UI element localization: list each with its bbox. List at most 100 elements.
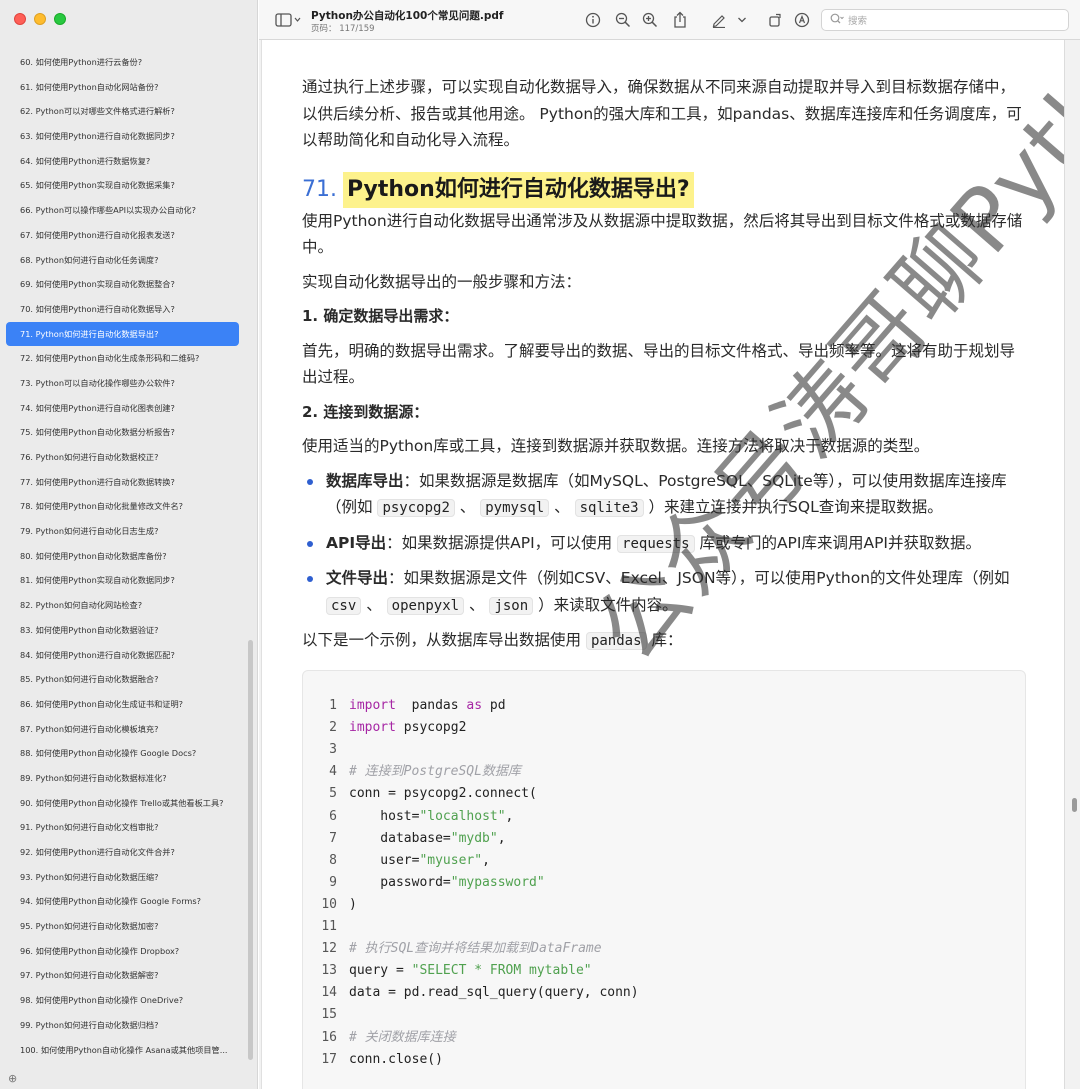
bullet-text: 库或专门的API库来调用API并获取数据。 bbox=[694, 533, 981, 552]
sidebar-toc-item[interactable]: 89. Python如何进行自动化数据标准化? bbox=[6, 766, 239, 791]
bullet-label: 文件导出 bbox=[326, 569, 389, 587]
sidebar-toc-item[interactable]: 91. Python如何进行自动化文档审批? bbox=[6, 815, 239, 840]
separator: 、 bbox=[361, 595, 387, 614]
line-number: 10 bbox=[321, 896, 337, 912]
code-line: 16 # 关闭数据库连接 bbox=[303, 1027, 455, 1049]
sidebar-toc-item[interactable]: 83. 如何使用Python自动化数据验证? bbox=[6, 618, 239, 643]
list-item: 文件导出：如果数据源是文件（例如CSV、Excel、JSON等），可以使用Pyt… bbox=[302, 565, 1026, 619]
sidebar-toc-item[interactable]: 99. Python如何进行自动化数据归档? bbox=[6, 1013, 239, 1038]
toolbar: Python办公自动化100个常见问题.pdf 页码： 117/159 搜索 bbox=[259, 0, 1080, 40]
code-block: 1 import pandas as pd 2 import psycopg2 3 4 # … bbox=[302, 670, 1026, 1089]
bullet-list: 数据库导出：如果数据源是数据库（如MySQL、PostgreSQL、SQLite… bbox=[302, 468, 1026, 620]
sidebar-toc-item[interactable]: 85. Python如何进行自动化数据融合? bbox=[6, 667, 239, 692]
markup-pen-icon[interactable] bbox=[709, 10, 729, 30]
sidebar-toc-item[interactable]: 60. 如何使用Python进行云备份? bbox=[6, 50, 239, 75]
sidebar-toc-item[interactable]: 98. 如何使用Python自动化操作 OneDrive? bbox=[6, 988, 239, 1013]
minimize-window-button[interactable] bbox=[34, 13, 46, 25]
code-line: 6 host="localhost", bbox=[303, 806, 513, 828]
line-number: 4 bbox=[329, 764, 337, 780]
step-heading: 2. 连接到数据源： bbox=[302, 402, 429, 421]
code-line: 3 bbox=[303, 739, 349, 761]
sidebar-toc-item[interactable]: 90. 如何使用Python自动化操作 Trello或其他看板工具? bbox=[6, 791, 239, 816]
annotate-icon[interactable] bbox=[792, 10, 812, 30]
sidebar-toc-item[interactable]: 82. Python如何自动化网站检查? bbox=[6, 593, 239, 618]
code-token: pd bbox=[482, 698, 506, 713]
code-line: 2 import psycopg2 bbox=[303, 717, 466, 739]
sidebar-toc-item[interactable]: 65. 如何使用Python实现自动化数据采集? bbox=[6, 173, 239, 198]
sidebar-toc-item[interactable]: 72. 如何使用Python自动化生成条形码和二维码? bbox=[6, 346, 239, 371]
inline-code: pymysql bbox=[480, 499, 550, 517]
sidebar-scrollbar[interactable] bbox=[248, 640, 253, 1060]
bullet-text: ：如果数据源是文件（例如CSV、Excel、JSON等），可以使用Python的… bbox=[388, 569, 1010, 587]
search-input[interactable]: 搜索 bbox=[821, 9, 1069, 31]
sidebar-toc-item[interactable]: 92. 如何使用Python进行自动化文件合并? bbox=[6, 840, 239, 865]
sidebar-toc-item[interactable]: 100. 如何使用Python自动化操作 Asana或其他项目管... bbox=[6, 1038, 239, 1063]
search-icon bbox=[830, 13, 844, 28]
code-line: 7 database="mydb", bbox=[303, 828, 505, 850]
code-line: 10) bbox=[303, 894, 357, 916]
bullet-label: 数据库导出 bbox=[326, 471, 404, 490]
sidebar-toggle-icon[interactable] bbox=[273, 10, 303, 30]
code-token: "SELECT * FROM mytable" bbox=[411, 963, 592, 979]
sidebar-toc-item[interactable]: 86. 如何使用Python自动化生成证书和证明? bbox=[6, 692, 239, 717]
separator: 、 bbox=[454, 498, 481, 516]
sidebar-toc-item[interactable]: 75. 如何使用Python自动化数据分析报告? bbox=[6, 420, 239, 445]
code-line: 11 bbox=[303, 916, 349, 938]
sidebar-toc-item[interactable]: 80. 如何使用Python自动化数据库备份? bbox=[6, 544, 239, 569]
code-token: , bbox=[505, 808, 514, 824]
sidebar-toc-item[interactable]: 97. Python如何进行自动化数据解密? bbox=[6, 963, 239, 988]
bullet-text: ：如果数据源提供API，可以使用 bbox=[386, 533, 618, 552]
code-token: user= bbox=[349, 852, 420, 868]
sidebar-toc-item[interactable]: 69. 如何使用Python实现自动化数据整合? bbox=[6, 272, 239, 297]
sidebar-toc-item[interactable]: 61. 如何使用Python自动化网站备份? bbox=[6, 75, 239, 100]
line-number: 3 bbox=[329, 742, 337, 758]
separator: 、 bbox=[549, 498, 575, 516]
chevron-down-icon[interactable] bbox=[735, 10, 749, 30]
code-line: 4 # 连接到PostgreSQL数据库 bbox=[303, 761, 521, 783]
sidebar-toc-item[interactable]: 63. 如何使用Python进行自动化数据同步? bbox=[6, 124, 239, 149]
toc-partial-item bbox=[0, 38, 257, 50]
sidebar-toc-item[interactable]: 87. Python如何进行自动化模板填充? bbox=[6, 717, 239, 742]
document-scrollbar[interactable] bbox=[1072, 798, 1077, 812]
sidebar-toc-item[interactable]: 73. Python可以自动化操作哪些办公软件? bbox=[6, 371, 239, 396]
sidebar-toc-item[interactable]: 68. Python如何进行自动化任务调度? bbox=[6, 248, 239, 273]
code-line: 13 query = "SELECT * FROM mytable" bbox=[303, 960, 592, 982]
sidebar-toc-item[interactable]: 74. 如何使用Python进行自动化图表创建? bbox=[6, 396, 239, 421]
sidebar-toc-item[interactable]: 78. 如何使用Python自动化批量修改文件名? bbox=[6, 494, 239, 519]
sidebar-toc-item[interactable]: 79. Python如何进行自动化日志生成? bbox=[6, 519, 239, 544]
code-line: 17 conn.close() bbox=[303, 1049, 443, 1071]
sidebar-toc-item[interactable]: 62. Python可以对哪些文件格式进行解析? bbox=[6, 99, 239, 124]
sidebar-toc-item[interactable]: 93. Python如何进行自动化数据压缩? bbox=[6, 865, 239, 890]
code-token: pandas bbox=[395, 698, 467, 713]
sidebar-toc-item[interactable]: 71. Python如何进行自动化数据导出? bbox=[6, 321, 239, 347]
sidebar-toc-item[interactable]: 96. 如何使用Python自动化操作 Dropbox? bbox=[6, 939, 239, 964]
sidebar-toc-item[interactable]: 88. 如何使用Python自动化操作 Google Docs? bbox=[6, 741, 239, 766]
zoom-window-button[interactable] bbox=[54, 13, 66, 25]
sidebar-toc-item[interactable]: 70. 如何使用Python进行自动化数据导入? bbox=[6, 297, 239, 322]
sidebar-toc-item[interactable]: 66. Python可以操作哪些API以实现办公自动化? bbox=[6, 198, 239, 223]
code-token: "mydb" bbox=[450, 830, 498, 846]
sidebar-toc-item[interactable]: 64. 如何使用Python进行数据恢复? bbox=[6, 149, 239, 174]
sidebar-toc-item[interactable]: 95. Python如何进行自动化数据加密? bbox=[6, 914, 239, 939]
code-token: password= bbox=[349, 874, 451, 890]
sidebar-toc-item[interactable]: 94. 如何使用Python自动化操作 Google Forms? bbox=[6, 889, 239, 914]
code-token: import bbox=[349, 698, 396, 713]
info-icon[interactable] bbox=[583, 10, 603, 30]
share-icon[interactable] bbox=[670, 10, 690, 30]
sidebar-toc-item[interactable]: 77. 如何使用Python进行自动化数据转换? bbox=[6, 470, 239, 495]
code-token: as bbox=[466, 698, 483, 713]
paragraph: 实现自动化数据导出的一般步骤和方法： bbox=[302, 272, 582, 291]
code-token: ) bbox=[349, 896, 357, 912]
code-line: 1 import pandas as pd bbox=[303, 695, 506, 717]
sidebar-toc-item[interactable]: 84. 如何使用Python进行自动化数据匹配? bbox=[6, 643, 239, 668]
sidebar: 60. 如何使用Python进行云备份? 61. 如何使用Python自动化网站备… bbox=[0, 0, 258, 1089]
close-window-button[interactable] bbox=[14, 13, 26, 25]
sidebar-toc-item[interactable]: 81. 如何使用Python实现自动化数据同步? bbox=[6, 568, 239, 593]
rotate-icon[interactable] bbox=[765, 10, 785, 30]
zoom-in-icon[interactable] bbox=[640, 10, 660, 30]
add-icon[interactable]: ⊕ bbox=[8, 1072, 17, 1085]
zoom-out-icon[interactable] bbox=[613, 10, 633, 30]
sidebar-toc-item[interactable]: 76. Python如何进行自动化数据校正? bbox=[6, 445, 239, 470]
sidebar-toc-item[interactable]: 67. 如何使用Python进行自动化报表发送? bbox=[6, 223, 239, 248]
code-token: conn.close() bbox=[349, 1051, 443, 1067]
